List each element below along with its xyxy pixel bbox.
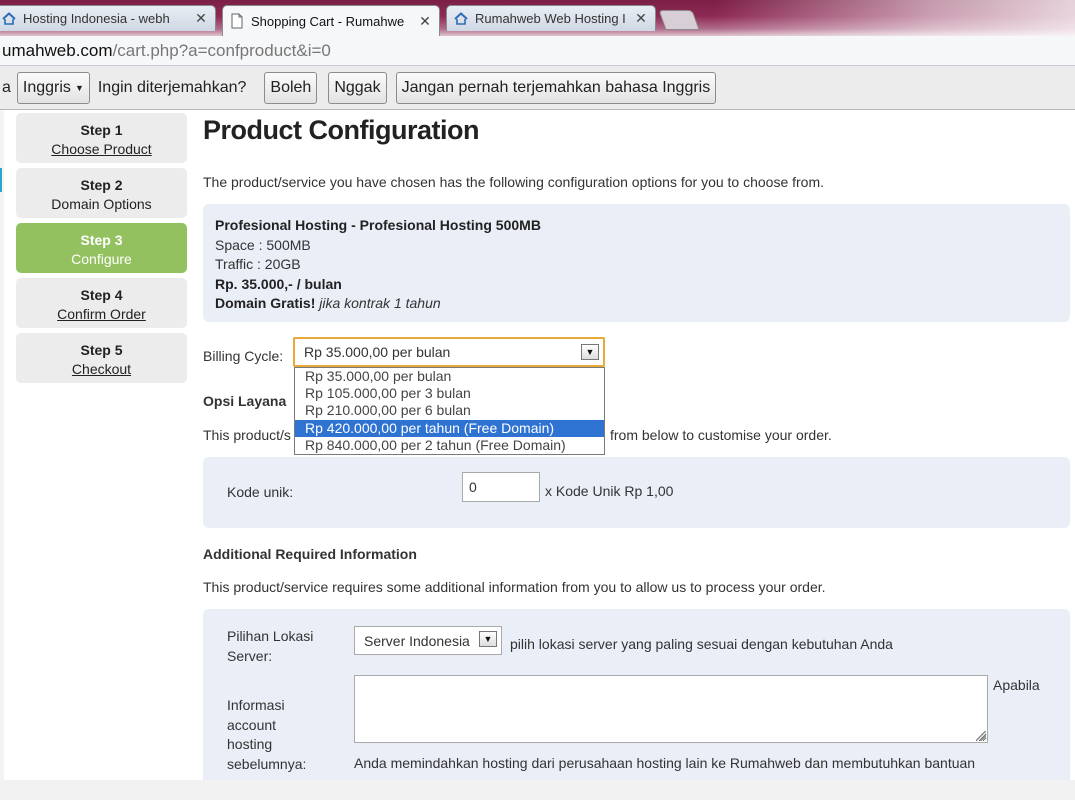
step-3-configure: Step 3 Configure <box>16 223 187 273</box>
step-2-domain-options: Step 2 Domain Options <box>16 168 187 218</box>
language-label: Inggris <box>22 78 71 96</box>
close-icon[interactable]: ✕ <box>633 10 649 27</box>
info-label-line: account <box>227 716 277 733</box>
billing-selected-value: Rp 35.000,00 per bulan <box>304 344 451 360</box>
billing-option[interactable]: Rp 105.000,00 per 3 bulan <box>295 385 604 402</box>
previous-account-label: Informasi account hosting sebelumnya: <box>227 696 306 774</box>
address-bar[interactable]: umahweb.com/cart.php?a=confproduct&i=0 <box>0 36 1075 66</box>
translate-question: Ingin diterjemahkan? <box>97 78 247 96</box>
billing-option-highlighted[interactable]: Rp 420.000,00 per tahun (Free Domain) <box>295 419 604 437</box>
close-icon[interactable]: ✕ <box>193 10 209 27</box>
product-price: Rp. 35.000,- / bulan <box>215 275 342 292</box>
server-selected-value: Server Indonesia <box>364 632 470 649</box>
step-number: Step 5 <box>80 342 123 358</box>
tab-title: Rumahweb Web Hosting I <box>475 11 626 26</box>
product-space: Space : 500MB <box>215 236 311 253</box>
step-4-confirm-order[interactable]: Step 4 Confirm Order <box>16 278 187 328</box>
intro-text: The product/service you have chosen has … <box>203 174 825 190</box>
tab-strip: Hosting Indonesia - webh ✕ Shopping Cart… <box>0 0 1075 36</box>
window-glass <box>715 0 1075 36</box>
step-number: Step 4 <box>80 287 123 303</box>
info-label-line: sebelumnya: <box>227 755 307 772</box>
server-location-label: Pilihan Lokasi Server: <box>227 627 313 666</box>
dropdown-arrow-icon[interactable]: ▼ <box>479 631 497 647</box>
step-label: Domain Options <box>51 196 152 212</box>
step-number: Step 2 <box>80 177 123 193</box>
product-traffic: Traffic : 20GB <box>215 256 301 272</box>
translate-yes-button[interactable]: Boleh <box>264 71 318 104</box>
info-help-text: Anda memindahkan hosting dari perusahaan… <box>354 755 976 771</box>
step-1-choose-product[interactable]: Step 1 Choose Product <box>16 113 187 163</box>
kode-unik-label: Kode unik: <box>227 484 294 500</box>
domain-free-label: Domain Gratis! <box>215 295 316 311</box>
additional-info-text: This product/service requires some addit… <box>203 579 826 595</box>
options-text-start: This product/s <box>203 427 291 443</box>
domain-condition: jika kontrak 1 tahun <box>319 295 441 311</box>
house-icon <box>453 11 469 27</box>
url-path: /cart.php?a=confproduct&i=0 <box>112 40 331 60</box>
previous-account-textarea[interactable] <box>354 675 988 743</box>
step-number: Step 3 <box>80 232 123 248</box>
never-translate-button[interactable]: Jangan pernah terjemahkan bahasa Inggris <box>395 71 717 104</box>
close-icon[interactable]: ✕ <box>417 13 433 30</box>
tab-rumahweb-hosting[interactable]: Rumahweb Web Hosting I ✕ <box>446 5 656 31</box>
server-label-line: Pilihan Lokasi <box>227 628 314 644</box>
url-host: umahweb.com <box>2 40 113 60</box>
step-link[interactable]: Choose Product <box>16 140 187 159</box>
language-dropdown[interactable]: Inggris ▼ <box>16 71 90 104</box>
page-title: Product Configuration <box>203 115 479 145</box>
product-name: Profesional Hosting - Profesional Hostin… <box>215 217 541 233</box>
billing-cycle-label: Billing Cycle: <box>203 348 284 364</box>
info-label-line: Informasi <box>227 697 285 713</box>
step-link[interactable]: Confirm Order <box>16 305 187 324</box>
step-label: Configure <box>71 251 132 267</box>
billing-option[interactable]: Rp 210.000,00 per 6 bulan <box>295 402 604 419</box>
step-number: Step 1 <box>80 122 123 138</box>
step-link[interactable]: Checkout <box>16 360 187 379</box>
options-heading: Opsi Layana <box>203 393 287 409</box>
edge-accent <box>0 168 2 192</box>
product-summary: Profesional Hosting - Profesional Hostin… <box>203 204 1070 322</box>
new-tab-button[interactable] <box>658 10 700 30</box>
kode-unik-input[interactable] <box>462 472 540 502</box>
tab-shopping-cart[interactable]: Shopping Cart - Rumahwe ✕ <box>222 5 440 36</box>
info-label-line: hosting <box>227 736 273 752</box>
server-help-text: pilih lokasi server yang paling sesuai d… <box>510 636 893 652</box>
tab-title: Hosting Indonesia - webh <box>23 11 170 26</box>
resize-grip-icon[interactable] <box>976 731 986 741</box>
kode-unik-suffix: x Kode Unik Rp 1,00 <box>545 483 674 499</box>
dropdown-arrow-icon[interactable]: ▼ <box>581 344 599 360</box>
server-location-select[interactable]: Server Indonesia ▼ <box>354 626 502 655</box>
step-5-checkout[interactable]: Step 5 Checkout <box>16 333 187 383</box>
server-label-line: Server: <box>227 647 273 664</box>
house-icon <box>1 11 17 27</box>
billing-cycle-select[interactable]: Rp 35.000,00 per bulan ▼ <box>293 337 605 367</box>
info-side-text: Apabila <box>993 677 1040 693</box>
dropdown-arrow-icon: ▼ <box>74 82 84 93</box>
billing-option[interactable]: Rp 840.000,00 per 2 tahun (Free Domain) <box>295 437 604 454</box>
additional-info-heading: Additional Required Information <box>203 546 417 562</box>
translate-no-button[interactable]: Nggak <box>328 71 387 104</box>
page-icon <box>229 13 245 29</box>
tab-hosting-indonesia[interactable]: Hosting Indonesia - webh ✕ <box>0 5 216 31</box>
left-edge <box>0 110 4 780</box>
tab-title: Shopping Cart - Rumahwe <box>251 13 405 29</box>
translate-bar: a Inggris ▼ Ingin diterjemahkan? Boleh N… <box>0 66 1075 110</box>
bottom-edge <box>0 780 1075 800</box>
translate-prefix: a <box>2 78 11 96</box>
billing-cycle-options[interactable]: Rp 35.000,00 per bulan Rp 105.000,00 per… <box>294 367 605 455</box>
options-text-end: from below to customise your order. <box>610 427 832 443</box>
billing-option[interactable]: Rp 35.000,00 per bulan <box>295 368 604 385</box>
